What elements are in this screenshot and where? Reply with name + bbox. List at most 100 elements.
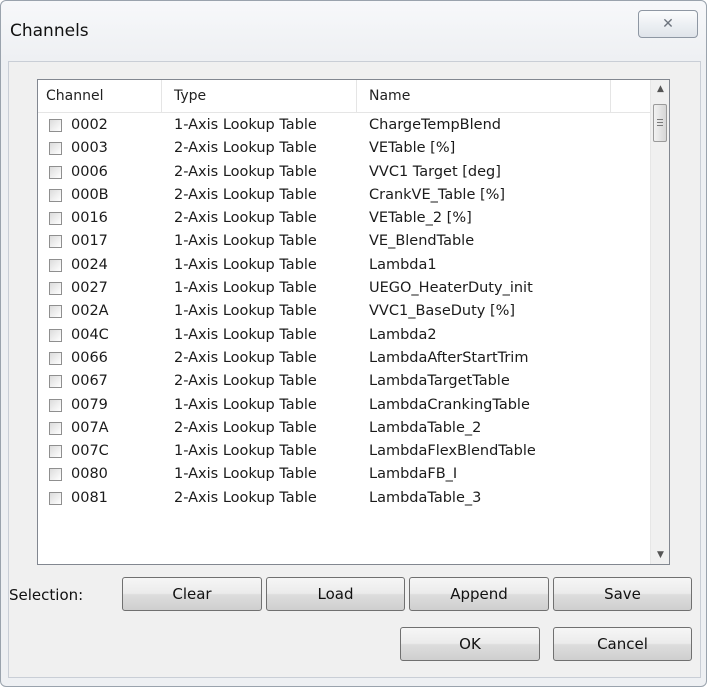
name-cell: LambdaCrankingTable	[369, 396, 530, 413]
type-cell: 1-Axis Lookup Table	[174, 117, 317, 133]
channel-cell: 004C	[71, 326, 109, 343]
row-checkbox[interactable]	[49, 421, 62, 435]
type-cell: 2-Axis Lookup Table	[174, 210, 317, 227]
name-cell: VVC1_BaseDuty [%]	[369, 303, 516, 320]
row-checkbox[interactable]	[49, 305, 62, 319]
type-cell: 2-Axis Lookup Table	[174, 373, 317, 390]
table-row[interactable]: 007C 1-Axis Lookup Table LambdaFlexBlendTa…	[38, 441, 650, 464]
load-button[interactable]: Load	[266, 577, 405, 611]
channel-cell: 0024	[71, 256, 108, 273]
list-header: Channel Type Name	[38, 80, 650, 113]
row-checkbox[interactable]	[49, 468, 62, 482]
table-row[interactable]: 000B 2-Axis Lookup Table CrankVE_Table [%]	[38, 185, 650, 208]
scroll-thumb[interactable]	[653, 104, 667, 142]
name-cell: LambdaFlexBlendTable	[369, 443, 536, 460]
column-header-name-label: Name	[369, 88, 411, 104]
channel-cell: 002A	[71, 303, 109, 320]
table-row[interactable]: 0066 2-Axis Lookup Table LambdaAfterStartT…	[38, 348, 650, 371]
type-cell: 2-Axis Lookup Table	[174, 186, 317, 203]
append-button[interactable]: Append	[409, 577, 549, 611]
vertical-scrollbar[interactable]: ▲ ▼	[650, 80, 669, 564]
type-cell: 2-Axis Lookup Table	[174, 140, 317, 157]
channel-cell: 0027	[71, 280, 108, 297]
row-checkbox[interactable]	[49, 398, 62, 412]
table-row[interactable]: 0016 2-Axis Lookup Table VETable_2 [%]	[38, 208, 650, 231]
row-checkbox[interactable]	[49, 119, 62, 132]
column-header-filler	[611, 80, 650, 112]
name-cell: VETable_2 [%]	[369, 210, 472, 227]
channel-cell: 007C	[71, 443, 109, 460]
table-row[interactable]: 0080 1-Axis Lookup Table LambdaFB_I	[38, 464, 650, 487]
name-cell: Lambda2	[369, 326, 437, 343]
row-checkbox[interactable]	[49, 445, 62, 459]
name-cell: VE_BlendTable	[369, 233, 475, 250]
row-checkbox[interactable]	[49, 142, 62, 156]
row-checkbox[interactable]	[49, 491, 62, 505]
table-row[interactable]: 0024 1-Axis Lookup Table Lambda1	[38, 255, 650, 278]
row-checkbox[interactable]	[49, 165, 62, 179]
scroll-down-icon[interactable]: ▼	[651, 546, 669, 564]
channel-cell: 000B	[71, 186, 109, 203]
name-cell: CrankVE_Table [%]	[369, 186, 506, 203]
table-row[interactable]: 002A 1-Axis Lookup Table VVC1_BaseDuty [%]	[38, 301, 650, 324]
table-row[interactable]: 0006 2-Axis Lookup Table VVC1 Target [deg]	[38, 162, 650, 185]
channel-cell: 0017	[71, 233, 108, 250]
table-row[interactable]: 0017 1-Axis Lookup Table VE_BlendTable	[38, 231, 650, 254]
type-cell: 1-Axis Lookup Table	[174, 443, 317, 460]
name-cell: LambdaTargetTable	[369, 373, 510, 390]
type-cell: 1-Axis Lookup Table	[174, 326, 317, 343]
column-header-name[interactable]: Name	[357, 80, 611, 112]
channel-list[interactable]: Channel Type Name 0002 1-Axis Lookup Tabl…	[37, 79, 670, 565]
clear-button[interactable]: Clear	[122, 577, 262, 611]
name-cell: VVC1 Target [deg]	[369, 163, 501, 180]
type-cell: 1-Axis Lookup Table	[174, 280, 317, 297]
table-row[interactable]: 0081 2-Axis Lookup Table LambdaTable_3	[38, 488, 650, 511]
table-row[interactable]: 0003 2-Axis Lookup Table VETable [%]	[38, 138, 650, 161]
channel-cell: 0016	[71, 210, 108, 227]
column-header-type-label: Type	[174, 88, 207, 104]
name-cell: ChargeTempBlend	[369, 117, 501, 133]
channel-cell: 0067	[71, 373, 108, 390]
channel-cell: 0080	[71, 466, 108, 483]
row-checkbox[interactable]	[49, 375, 62, 389]
type-cell: 2-Axis Lookup Table	[174, 349, 317, 366]
table-row[interactable]: 0067 2-Axis Lookup Table LambdaTargetTable	[38, 371, 650, 394]
row-checkbox[interactable]	[49, 188, 62, 202]
type-cell: 1-Axis Lookup Table	[174, 233, 317, 250]
type-cell: 1-Axis Lookup Table	[174, 256, 317, 273]
name-cell: LambdaTable_3	[369, 489, 482, 506]
scroll-up-icon[interactable]: ▲	[651, 80, 669, 98]
title-bar[interactable]: Channels ✕	[1, 1, 706, 59]
table-row[interactable]: 007A 2-Axis Lookup Table LambdaTable_2	[38, 418, 650, 441]
save-button[interactable]: Save	[553, 577, 692, 611]
column-header-channel[interactable]: Channel	[38, 80, 162, 112]
row-checkbox[interactable]	[49, 212, 62, 226]
row-checkbox[interactable]	[49, 258, 62, 272]
type-cell: 1-Axis Lookup Table	[174, 396, 317, 413]
row-checkbox[interactable]	[49, 235, 62, 249]
type-cell: 2-Axis Lookup Table	[174, 163, 317, 180]
table-row[interactable]: 0079 1-Axis Lookup Table LambdaCrankingTab…	[38, 395, 650, 418]
close-button[interactable]: ✕	[638, 10, 698, 38]
dialog-content: Channel Type Name 0002 1-Axis Lookup Tabl…	[8, 61, 701, 678]
table-row[interactable]: 0002 1-Axis Lookup Table ChargeTempBlend	[38, 115, 650, 138]
channel-cell: 007A	[71, 419, 109, 436]
name-cell: LambdaFB_I	[369, 466, 458, 483]
channels-dialog: Channels ✕ Channel Type Name 0002 1-Axis …	[0, 0, 707, 687]
channel-cell: 0003	[71, 140, 108, 157]
row-checkbox[interactable]	[49, 328, 62, 342]
type-cell: 2-Axis Lookup Table	[174, 489, 317, 506]
type-cell: 2-Axis Lookup Table	[174, 419, 317, 436]
channel-cell: 0066	[71, 349, 108, 366]
column-header-type[interactable]: Type	[162, 80, 357, 112]
ok-button[interactable]: OK	[400, 627, 540, 661]
table-row[interactable]: 0027 1-Axis Lookup Table UEGO_HeaterDuty_i…	[38, 278, 650, 301]
cancel-button[interactable]: Cancel	[553, 627, 692, 661]
table-row[interactable]: 004C 1-Axis Lookup Table Lambda2	[38, 325, 650, 348]
channel-cell: 0006	[71, 163, 108, 180]
row-checkbox[interactable]	[49, 351, 62, 365]
channel-cell: 0079	[71, 396, 108, 413]
name-cell: LambdaTable_2	[369, 419, 482, 436]
channel-cell: 0081	[71, 489, 108, 506]
row-checkbox[interactable]	[49, 282, 62, 296]
